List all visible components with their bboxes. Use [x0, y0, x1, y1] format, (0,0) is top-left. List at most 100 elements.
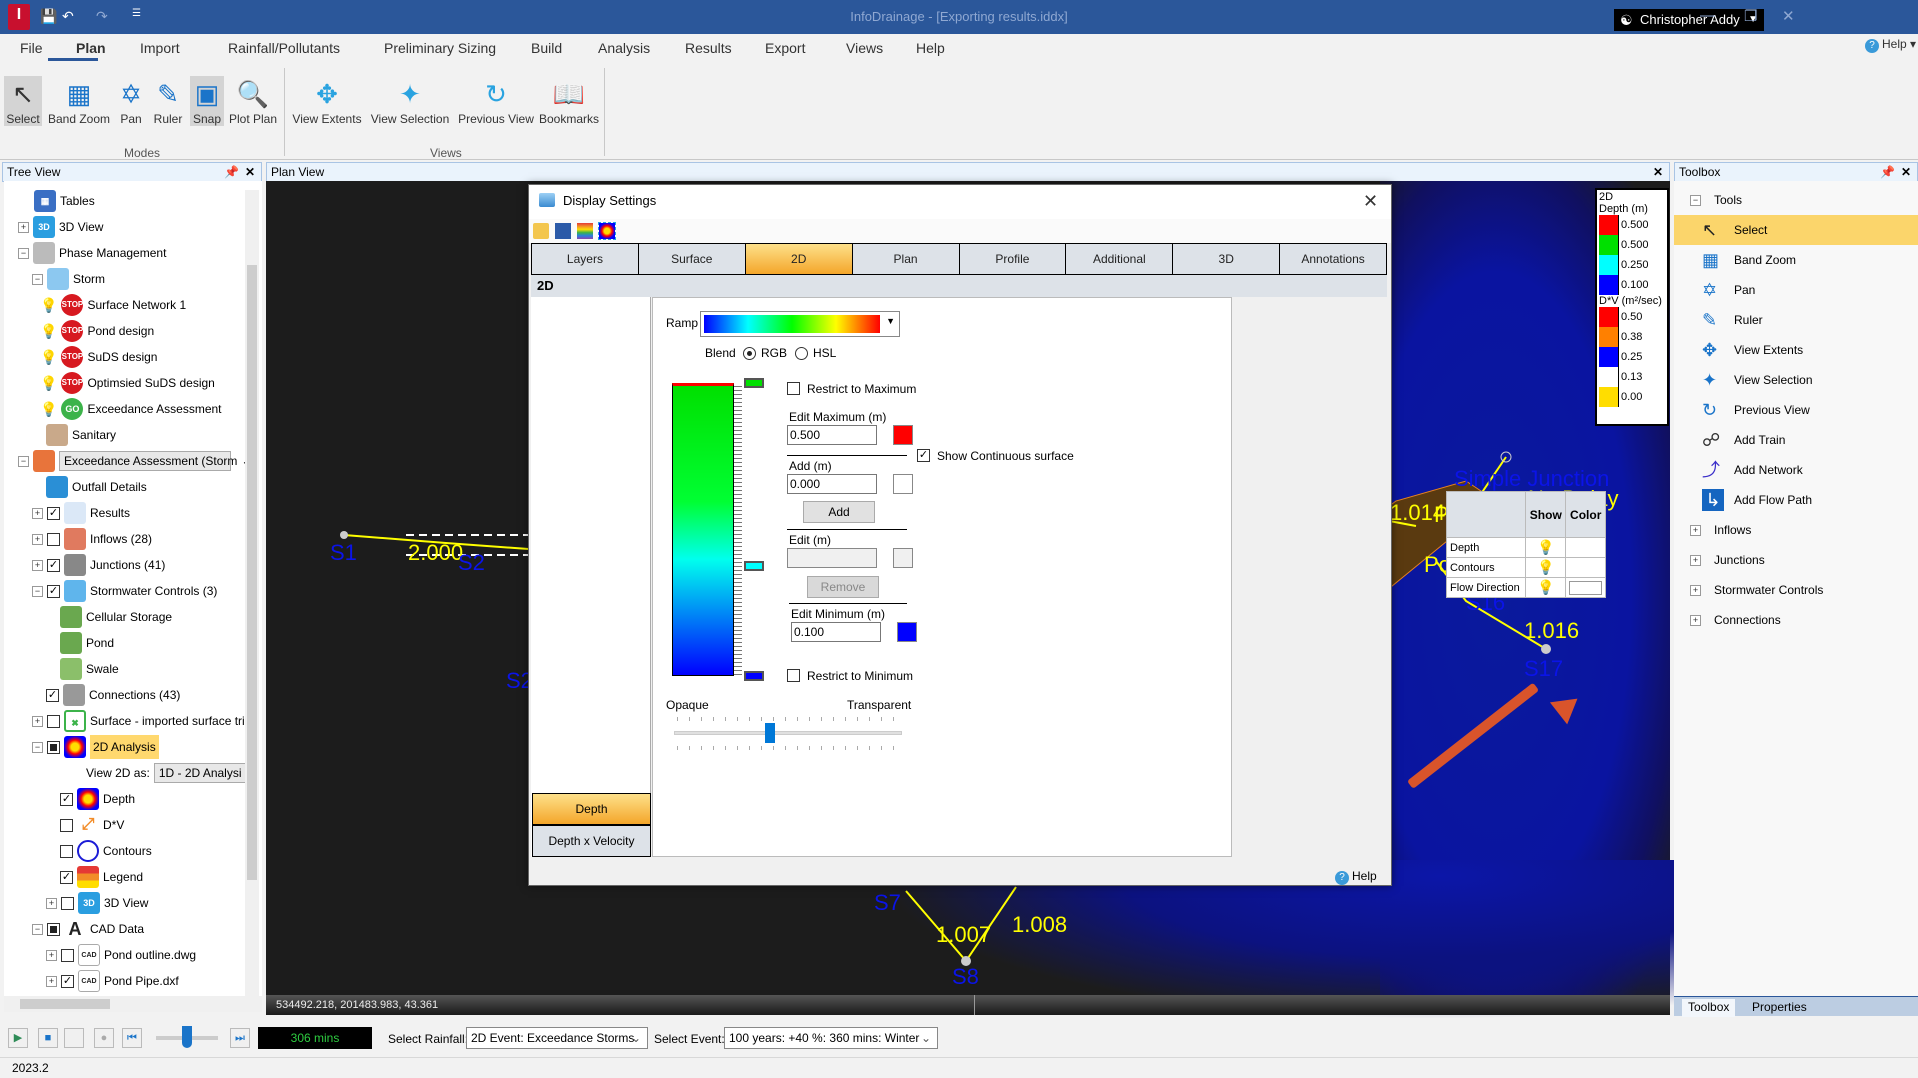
view-2d-as-dropdown[interactable]: 1D - 2D Analysi⌄ — [153, 763, 256, 783]
record-button[interactable]: ● — [94, 1028, 114, 1048]
pin-icon[interactable]: 📌 — [224, 163, 239, 181]
stop-button[interactable]: ■ — [38, 1028, 58, 1048]
checkbox[interactable] — [47, 714, 60, 728]
show-continuous-surface-checkbox[interactable]: ✓ — [917, 449, 930, 462]
tab-properties[interactable]: Properties — [1746, 999, 1813, 1017]
restrict-max-checkbox[interactable] — [787, 382, 800, 395]
skip-end-button[interactable]: ⏭ — [230, 1028, 250, 1048]
play-button[interactable]: ▶ — [8, 1028, 28, 1048]
junction-node[interactable] — [1541, 644, 1551, 654]
side-tab-depth-velocity[interactable]: Depth x Velocity — [532, 825, 651, 857]
tree-item-stormwater-controls[interactable]: − ✓ Stormwater Controls (3) — [32, 579, 217, 603]
toolbox-select[interactable]: ↖ Select — [1674, 215, 1918, 245]
tab-2d[interactable]: 2D — [745, 244, 853, 274]
menu-rainfall-pollutants[interactable]: Rainfall/Pollutants — [228, 40, 340, 56]
expand-icon[interactable]: + — [32, 533, 43, 545]
tree-item-cellular-storage[interactable]: Cellular Storage — [60, 605, 172, 629]
toolbox-group-junctions[interactable]: + Junctions — [1674, 545, 1918, 575]
tree-item-inflows[interactable]: + Inflows (28) — [32, 527, 152, 551]
tab-3d[interactable]: 3D — [1173, 244, 1281, 274]
tree-item-3d-view-sub[interactable]: +3D 3D View — [46, 891, 148, 915]
tree-item-analysis-selector[interactable]: − Exceedance Assessment (Storm⌄ — [18, 449, 251, 473]
tree-horizontal-scroll-thumb[interactable] — [20, 999, 110, 1009]
menu-views[interactable]: Views — [846, 40, 883, 56]
checkbox[interactable] — [60, 818, 73, 832]
dialog-help-button[interactable]: ? Help — [1335, 869, 1377, 885]
close-icon[interactable]: ✕ — [245, 163, 255, 181]
toolbox-group-tools[interactable]: − Tools — [1674, 185, 1918, 215]
snap-button[interactable]: ▣ Snap — [190, 76, 224, 126]
ruler-button[interactable]: ✎ Ruler — [150, 76, 186, 126]
tree-item-junctions[interactable]: + ✓ Junctions (41) — [32, 553, 165, 577]
pan-button[interactable]: ✡ Pan — [116, 76, 146, 126]
color-cell[interactable] — [1565, 557, 1606, 578]
tree-item-depth[interactable]: ✓ Depth — [60, 787, 135, 811]
restore-button[interactable]: ❐ — [1744, 7, 1757, 25]
tree-item-connections[interactable]: ✓ Connections (43) — [46, 683, 180, 707]
menu-file[interactable]: File — [20, 40, 43, 56]
toolbox-add-network[interactable]: ⤴ Add Network — [1674, 455, 1918, 485]
toolbox-group-inflows[interactable]: + Inflows — [1674, 515, 1918, 545]
tab-profile[interactable]: Profile — [959, 244, 1067, 274]
collapse-icon[interactable]: − — [32, 273, 43, 285]
max-color-swatch[interactable] — [893, 425, 913, 445]
checkbox[interactable]: ✓ — [46, 688, 59, 702]
menu-build[interactable]: Build — [531, 40, 562, 56]
lightbulb-off-icon[interactable]: 💡 — [40, 345, 57, 369]
tree-item-sanitary[interactable]: Sanitary — [46, 423, 116, 447]
tree-item-pond[interactable]: Pond — [60, 631, 114, 655]
tree-item-phase[interactable]: 💡 STOP Pond design — [40, 319, 154, 343]
bookmarks-button[interactable]: 📖 Bookmarks — [538, 76, 600, 126]
previous-view-button[interactable]: ↻ Previous View — [456, 76, 536, 126]
tree-item-phase-management[interactable]: − Phase Management — [18, 241, 166, 265]
lightbulb-off-icon[interactable]: 💡 — [40, 293, 57, 317]
menu-plan[interactable]: Plan — [76, 40, 106, 56]
analysis-dropdown[interactable]: Exceedance Assessment (Storm⌄ — [59, 451, 251, 471]
band-zoom-button[interactable]: ▦ Band Zoom — [46, 76, 112, 126]
tree-item-dv[interactable]: ⤢ D*V — [60, 813, 124, 837]
menu-import[interactable]: Import — [140, 40, 180, 56]
close-icon[interactable]: ✕ — [1901, 163, 1911, 181]
tree-item-cad-file[interactable]: + CAD Pond outline.dwg — [46, 943, 196, 967]
checkbox[interactable] — [47, 922, 60, 936]
tree-item-phase[interactable]: 💡 STOP SuDS design — [40, 345, 157, 369]
menu-export[interactable]: Export — [765, 40, 805, 56]
tree-item-cad-data[interactable]: − A CAD Data — [32, 917, 144, 941]
save-icon[interactable] — [555, 223, 571, 239]
checkbox[interactable] — [60, 844, 73, 858]
user-account-button[interactable]: ☯ Christopher Addy ▼ — [1614, 9, 1764, 31]
expand-icon[interactable]: + — [46, 975, 57, 987]
expand-icon[interactable]: + — [1690, 615, 1701, 626]
checkbox[interactable]: ✓ — [47, 558, 60, 572]
expand-icon[interactable]: + — [32, 507, 43, 519]
edit-color-swatch[interactable] — [893, 548, 913, 568]
toolbox-band-zoom[interactable]: ▦ Band Zoom — [1674, 245, 1918, 275]
tab-annotations[interactable]: Annotations — [1280, 244, 1386, 274]
collapse-icon[interactable]: − — [18, 455, 29, 467]
tree-item-legend[interactable]: ✓ Legend — [60, 865, 143, 889]
menu-results[interactable]: Results — [685, 40, 732, 56]
menu-help[interactable]: Help — [916, 40, 945, 56]
mid-color-marker[interactable] — [744, 561, 764, 571]
transparency-slider[interactable] — [674, 731, 902, 735]
edit-min-input[interactable]: 0.100 — [791, 622, 881, 642]
expand-icon[interactable]: + — [46, 897, 57, 909]
blend-rgb-radio[interactable] — [743, 347, 756, 360]
toolbox-add-flow-path[interactable]: ↳ Add Flow Path — [1674, 485, 1918, 515]
collapse-icon[interactable]: − — [32, 923, 43, 935]
remove-button[interactable]: Remove — [807, 576, 879, 598]
tab-toolbox[interactable]: Toolbox — [1682, 999, 1736, 1017]
show-toggle[interactable]: 💡 — [1525, 577, 1567, 598]
junction-node[interactable] — [340, 531, 348, 539]
tree-item-results[interactable]: + ✓ Results — [32, 501, 130, 525]
edit-max-input[interactable]: 0.500 — [787, 425, 877, 445]
expand-icon[interactable]: + — [32, 715, 43, 727]
menu-analysis[interactable]: Analysis — [598, 40, 650, 56]
lightbulb-off-icon[interactable]: 💡 — [40, 371, 57, 395]
menu-preliminary-sizing[interactable]: Preliminary Sizing — [384, 40, 496, 56]
tree-item-phase[interactable]: 💡 GO Exceedance Assessment — [40, 397, 222, 421]
tree-item-contours[interactable]: Contours — [60, 839, 152, 863]
min-color-marker[interactable] — [744, 671, 764, 681]
transparency-slider-thumb[interactable] — [764, 723, 775, 743]
minimize-button[interactable]: — — [1700, 7, 1715, 24]
